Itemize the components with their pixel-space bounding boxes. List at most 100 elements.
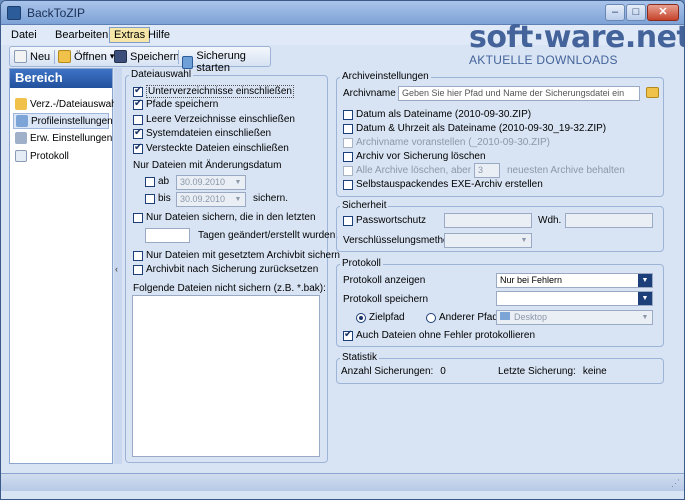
maximize-button[interactable]: □: [626, 4, 646, 21]
desktop-icon: [500, 312, 510, 320]
checkbox-label: Datum als Dateiname (2010-09-30.ZIP): [356, 109, 532, 120]
checkbox-box[interactable]: [343, 179, 353, 190]
menu-hilfe[interactable]: Hilfe: [144, 28, 174, 42]
minimize-button[interactable]: –: [605, 4, 625, 21]
checkbox-box[interactable]: [133, 98, 143, 110]
checkbox-box[interactable]: [343, 109, 353, 120]
exe-checkbox[interactable]: Selbstauspackendes EXE-Archiv erstellen: [343, 179, 543, 190]
close-button[interactable]: ✕: [647, 4, 679, 21]
save-label: Speichern: [130, 50, 180, 63]
bis-checkbox[interactable]: bis: [145, 193, 171, 204]
checkbox-box[interactable]: [343, 137, 353, 148]
ab-checkbox[interactable]: ab: [145, 176, 169, 187]
browse-folder-icon[interactable]: [646, 87, 659, 98]
chevron-down-icon[interactable]: ▼: [231, 193, 245, 206]
chevron-down-icon[interactable]: ▼: [638, 274, 652, 287]
exclude-textarea[interactable]: [132, 295, 320, 457]
menu-bearbeiten[interactable]: Bearbeiten: [51, 28, 112, 42]
leere-checkbox[interactable]: Leere Verzeichnisse einschließen: [133, 114, 295, 125]
log-display-value: Nur bei Fehlern: [500, 275, 563, 285]
sidebar-item-erw-einstellungen[interactable]: Erw. Einstellungen: [13, 131, 114, 145]
new-button[interactable]: Neu: [14, 50, 50, 63]
start-backup-button[interactable]: Sicherung starten: [182, 50, 270, 74]
collapse-arrow-icon[interactable]: ‹: [115, 264, 118, 274]
path-select[interactable]: Desktop ▼: [496, 310, 653, 325]
checkbox-label: Leere Verzeichnisse einschließen: [146, 114, 295, 125]
checkbox-box[interactable]: [145, 193, 155, 204]
password-repeat-input[interactable]: [565, 213, 653, 228]
archivbit-reset-checkbox[interactable]: Archivbit nach Sicherung zurücksetzen: [133, 264, 318, 275]
pfade-checkbox[interactable]: Pfade speichern: [133, 98, 218, 110]
system-checkbox[interactable]: Systemdateien einschließen: [133, 127, 271, 139]
checkbox-box[interactable]: [133, 264, 143, 275]
checkbox-box[interactable]: [343, 215, 353, 226]
folder-icon: [15, 98, 27, 110]
checkbox-box[interactable]: [133, 212, 143, 223]
datum-checkbox[interactable]: Datum als Dateiname (2010-09-30.ZIP): [343, 109, 531, 120]
archive-count-stepper[interactable]: 3: [474, 163, 500, 178]
log-display-select[interactable]: Nur bei Fehlern ▼: [496, 273, 653, 288]
profile-icon: [16, 115, 28, 127]
archivbit-checkbox[interactable]: Nur Dateien mit gesetztem Archivbit sich…: [133, 250, 340, 261]
anderer-pfad-radio[interactable]: Anderer Pfad: [426, 312, 498, 323]
unterverz-checkbox[interactable]: Unterverzeichnisse einschließen: [133, 85, 294, 98]
sidebar-item-protokoll[interactable]: Protokoll: [13, 149, 71, 163]
neueste-text: neuesten Archive behalten: [507, 165, 625, 176]
alle-loeschen-checkbox[interactable]: Alle Archive löschen, aber die: [343, 165, 487, 176]
checkbox-box[interactable]: [133, 127, 143, 139]
checkbox-box[interactable]: [133, 250, 143, 261]
voranstellen-checkbox[interactable]: Archivname voranstellen (_2010-09-30.ZIP…: [343, 137, 550, 148]
loeschen-checkbox[interactable]: Archiv vor Sicherung löschen: [343, 151, 486, 162]
radio-circle[interactable]: [356, 312, 366, 323]
checkbox-box[interactable]: [343, 329, 353, 341]
nur-aenderung-label: Nur Dateien mit Änderungsdatum: [133, 160, 281, 171]
checkbox-box[interactable]: [133, 114, 143, 125]
toolbar-separator: [54, 50, 55, 64]
save-disk-icon: [114, 50, 127, 63]
chevron-down-icon[interactable]: ▼: [231, 176, 245, 189]
checkbox-label: Selbstauspackendes EXE-Archiv erstellen: [356, 179, 543, 190]
chevron-down-icon[interactable]: ▼: [517, 234, 531, 247]
open-label: Öffnen: [74, 50, 107, 63]
datum-zeit-checkbox[interactable]: Datum & Uhrzeit als Dateiname (2010-09-3…: [343, 123, 606, 134]
encryption-method-select[interactable]: ▼: [444, 233, 532, 248]
brand-tagline: AKTUELLE DOWNLOADS: [469, 53, 618, 67]
tage-input[interactable]: [145, 228, 190, 243]
checkbox-box[interactable]: [343, 165, 353, 176]
checkbox-box[interactable]: [343, 151, 353, 162]
sidebar-item-profileinstellungen[interactable]: Profileinstellungen: [13, 113, 113, 129]
methode-text: Verschlüsselungsmethode: [343, 235, 460, 246]
password-input[interactable]: [444, 213, 532, 228]
checkbox-box[interactable]: [133, 85, 143, 97]
app-icon: [7, 6, 21, 20]
anzahl-sicherungen: Anzahl Sicherungen: 0: [341, 366, 446, 377]
menu-datei[interactable]: Datei: [7, 28, 41, 42]
ab-date-value: 30.09.2010: [180, 177, 226, 187]
save-button[interactable]: Speichern: [114, 50, 180, 63]
sidebar-item-label: Protokoll: [30, 150, 69, 162]
checkbox-box[interactable]: [145, 176, 155, 187]
speichern-label: Protokoll speichern: [343, 294, 428, 305]
archivname-input[interactable]: Geben Sie hier Pfad und Name der Sicheru…: [398, 86, 640, 101]
auch-ohne-checkbox[interactable]: Auch Dateien ohne Fehler protokollieren: [343, 329, 535, 341]
checkbox-box[interactable]: [343, 123, 353, 134]
ab-date-picker[interactable]: 30.09.2010 ▼: [176, 175, 246, 190]
log-save-select[interactable]: ▼: [496, 291, 653, 306]
open-button[interactable]: Öffnen ▾: [58, 50, 114, 63]
resize-grip-icon[interactable]: ⋰: [671, 478, 680, 489]
chevron-down-icon[interactable]: ▼: [638, 292, 652, 305]
archive-count-value: 3: [478, 165, 484, 175]
anzahl-value: 0: [440, 366, 446, 377]
checkbox-box[interactable]: [133, 142, 143, 154]
sidebar-item-dateiauswahl[interactable]: Verz.-/Dateiauswahl: [13, 97, 121, 111]
chevron-down-icon[interactable]: ▼: [638, 311, 652, 324]
letzten-checkbox[interactable]: Nur Dateien sichern, die in den letzten: [133, 212, 316, 223]
bis-date-picker[interactable]: 30.09.2010 ▼: [176, 192, 246, 207]
splitter-handle[interactable]: ‹: [114, 68, 122, 464]
radio-circle[interactable]: [426, 312, 436, 323]
speichern-text: Protokoll speichern: [343, 294, 429, 305]
versteckt-checkbox[interactable]: Versteckte Dateien einschließen: [133, 142, 289, 154]
passwort-checkbox[interactable]: Passwortschutz: [343, 215, 426, 226]
zielpfad-radio[interactable]: Zielpfad: [356, 312, 405, 323]
anzeigen-label: Protokoll anzeigen: [343, 275, 425, 286]
